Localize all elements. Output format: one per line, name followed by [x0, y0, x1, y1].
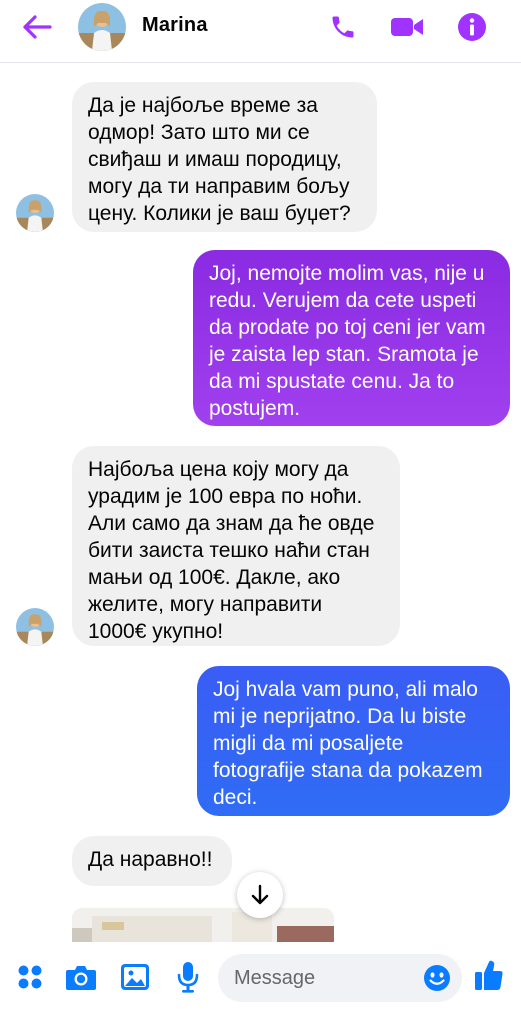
message-composer — [0, 942, 521, 1024]
voice-record-button[interactable] — [171, 960, 205, 994]
video-camera-icon — [391, 18, 423, 36]
arrow-left-icon — [23, 15, 52, 39]
incoming-message[interactable]: Да наравно!! — [72, 836, 232, 886]
sender-avatar[interactable] — [16, 194, 54, 232]
more-actions-button[interactable] — [13, 960, 47, 994]
chat-header: Marina — [0, 0, 521, 58]
photo-attachment[interactable] — [72, 908, 334, 942]
message-text: Joj hvala vam puno, ali malo mi je nepri… — [213, 678, 483, 809]
camera-icon — [66, 966, 96, 990]
sender-avatar[interactable] — [16, 608, 54, 646]
scroll-to-bottom-button[interactable] — [237, 872, 283, 918]
header-divider — [0, 62, 521, 63]
info-button[interactable] — [455, 10, 489, 44]
message-text: Да је најбоље време за одмор! Зато што м… — [88, 94, 351, 225]
smiley-icon — [424, 965, 450, 991]
phone-icon — [332, 16, 354, 38]
contact-avatar[interactable] — [78, 3, 126, 51]
like-button[interactable] — [472, 958, 506, 992]
arrow-down-icon — [251, 884, 269, 905]
image-icon — [121, 964, 149, 990]
info-icon — [458, 13, 486, 41]
message-text: Joj, nemojte molim vas, nije u redu. Ver… — [209, 262, 486, 420]
incoming-message[interactable]: Најбоља цена коју могу да урадим је 100 … — [72, 446, 400, 646]
incoming-message[interactable]: Да је најбоље време за одмор! Зато што м… — [72, 82, 377, 232]
video-call-button[interactable] — [390, 10, 424, 44]
camera-button[interactable] — [64, 960, 98, 994]
four-dots-icon — [18, 965, 42, 989]
back-button[interactable] — [20, 10, 54, 44]
outgoing-message[interactable]: Joj hvala vam puno, ali malo mi je nepri… — [197, 666, 510, 816]
call-button[interactable] — [326, 10, 360, 44]
message-text: Да наравно!! — [88, 848, 213, 871]
emoji-button[interactable] — [423, 964, 451, 992]
gallery-button[interactable] — [118, 960, 152, 994]
microphone-icon — [177, 962, 199, 993]
thumbs-up-icon — [475, 960, 503, 990]
outgoing-message[interactable]: Joj, nemojte molim vas, nije u redu. Ver… — [193, 250, 510, 426]
message-text: Најбоља цена коју могу да урадим је 100 … — [88, 458, 375, 643]
contact-name: Marina — [142, 14, 208, 36]
